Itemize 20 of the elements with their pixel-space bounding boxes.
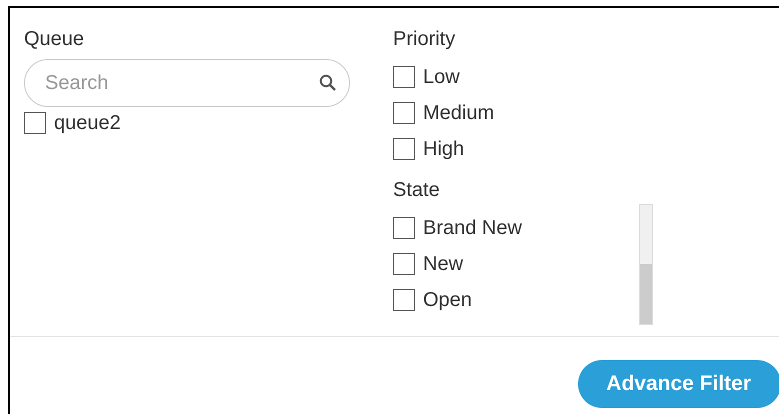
checkbox[interactable]	[24, 112, 46, 134]
checkbox[interactable]	[393, 138, 415, 160]
checkbox-label: Medium	[423, 103, 494, 123]
checkbox[interactable]	[393, 289, 415, 311]
section-title: State	[393, 180, 440, 200]
checkbox-label: Low	[423, 67, 460, 87]
checkbox[interactable]	[393, 217, 415, 239]
checkbox[interactable]	[393, 102, 415, 124]
section-title: Queue	[24, 29, 84, 49]
checkbox-label: queue2	[54, 113, 121, 133]
checkbox-label: High	[423, 139, 464, 159]
section-title: Priority	[393, 29, 456, 49]
advance-filter-button[interactable]: Advance Filter	[578, 360, 779, 408]
checkbox-label: New	[423, 254, 464, 274]
checkbox[interactable]	[393, 66, 415, 88]
checkbox-label: Open	[423, 290, 472, 310]
checkbox-label: Brand New	[423, 218, 522, 238]
search-field[interactable]: Search	[24, 59, 350, 107]
search-icon	[319, 74, 336, 91]
checkbox[interactable]	[393, 253, 415, 275]
